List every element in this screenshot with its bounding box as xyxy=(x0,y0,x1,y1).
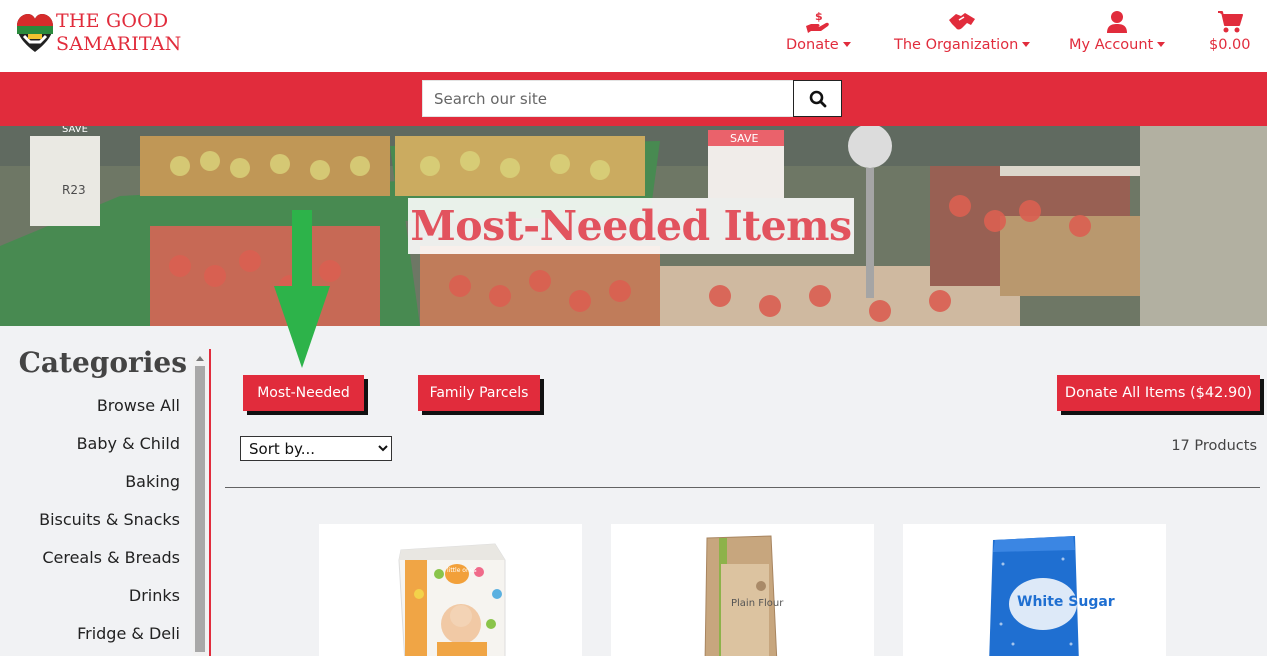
sort-select[interactable]: Sort by... xyxy=(240,436,392,461)
category-baking[interactable]: Baking xyxy=(39,472,180,510)
chevron-down-icon xyxy=(1022,41,1031,47)
category-list: Browse All Baby & Child Baking Biscuits … xyxy=(39,396,180,656)
logo-line-1: THE GOOD xyxy=(56,10,169,32)
hero-title: Most-Needed Items xyxy=(408,198,854,254)
category-browse-all[interactable]: Browse All xyxy=(39,396,180,434)
sidebar-divider xyxy=(209,349,211,656)
site-header: THE GOOD SAMARITAN $ Donate The Organiza… xyxy=(0,0,1267,72)
nappies-product-image: little ones xyxy=(398,543,506,656)
user-icon xyxy=(1106,8,1128,36)
nav-account[interactable]: My Account xyxy=(1069,8,1166,53)
nav-account-label: My Account xyxy=(1069,37,1154,53)
scroll-up-icon[interactable] xyxy=(196,356,204,361)
sugar-product-image: White Sugar xyxy=(989,536,1115,656)
nav-donate[interactable]: $ Donate xyxy=(786,8,851,53)
most-needed-button[interactable]: Most-Needed xyxy=(243,375,364,411)
handshake-icon xyxy=(947,8,977,36)
green-arrow-annotation xyxy=(274,210,330,368)
donate-hand-icon: $ xyxy=(805,8,831,36)
product-card-nappies[interactable]: little ones xyxy=(319,524,582,656)
family-parcels-button[interactable]: Family Parcels xyxy=(418,375,540,411)
search-icon xyxy=(809,90,826,107)
product-count: 17 Products xyxy=(1171,438,1257,454)
flour-product-image: Plain Flour xyxy=(704,535,784,656)
svg-text:$: $ xyxy=(815,10,823,23)
category-baby-child[interactable]: Baby & Child xyxy=(39,434,180,472)
flour-pack-text: Plain Flour xyxy=(731,598,784,609)
logo[interactable]: THE GOOD SAMARITAN xyxy=(16,10,182,56)
product-card-white-sugar[interactable]: White Sugar xyxy=(903,524,1166,656)
logo-text: THE GOOD SAMARITAN xyxy=(56,10,182,56)
cart-total: $0.00 xyxy=(1209,37,1251,53)
nav-donate-label: Donate xyxy=(786,37,839,53)
cart-icon xyxy=(1217,8,1243,36)
content-divider xyxy=(225,487,1260,488)
categories-heading: Categories xyxy=(18,346,187,379)
category-drinks[interactable]: Drinks xyxy=(39,586,180,624)
logo-line-2: SAMARITAN xyxy=(56,33,182,55)
nav-organization[interactable]: The Organization xyxy=(894,8,1031,53)
category-biscuits-snacks[interactable]: Biscuits & Snacks xyxy=(39,510,180,548)
donate-all-button[interactable]: Donate All Items ($42.90) xyxy=(1057,375,1260,411)
sidebar-scroll-thumb[interactable] xyxy=(195,366,205,652)
search-bar xyxy=(0,72,1267,126)
sugar-pack-text: White Sugar xyxy=(1017,594,1115,610)
hero-banner: SAVE R23 SAVE Most-Needed Items xyxy=(0,126,1267,326)
nav-cart[interactable]: $0.00 xyxy=(1209,8,1251,53)
nav-organization-label: The Organization xyxy=(894,37,1019,53)
category-sidebar: Categories Browse All Baby & Child Bakin… xyxy=(0,326,212,656)
search-input[interactable] xyxy=(422,80,794,117)
logo-heart-icon xyxy=(16,12,53,54)
search-button[interactable] xyxy=(793,80,842,117)
category-cereals-breads[interactable]: Cereals & Breads xyxy=(39,548,180,586)
chevron-down-icon xyxy=(1157,41,1166,47)
product-card-plain-flour[interactable]: Plain Flour xyxy=(611,524,874,656)
nappies-pack-text: little ones xyxy=(447,567,477,574)
chevron-down-icon xyxy=(842,41,851,47)
category-fridge-deli[interactable]: Fridge & Deli xyxy=(39,624,180,656)
